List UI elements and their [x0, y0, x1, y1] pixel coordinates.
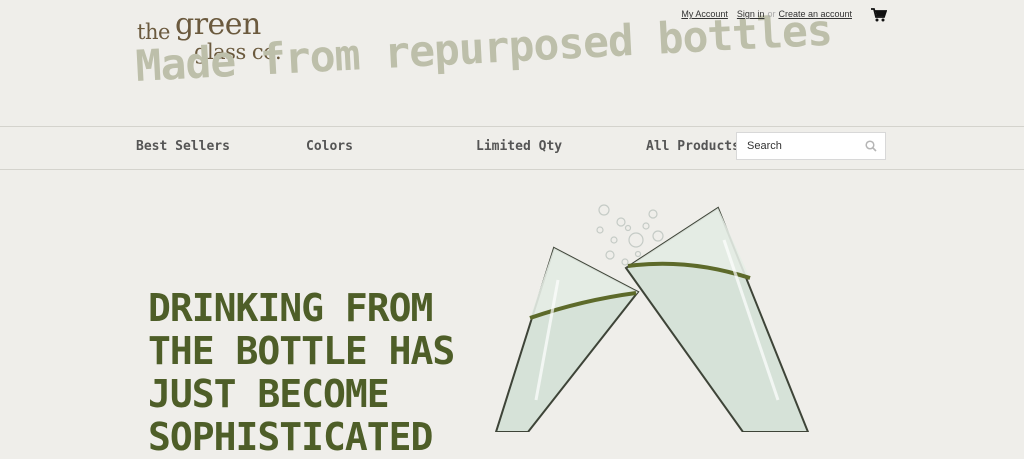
- right-glass: [624, 206, 810, 432]
- hero-line: JUST BECOME: [148, 372, 390, 416]
- hero-line: SOPHISTICATED: [148, 415, 433, 459]
- nav-item-best-sellers[interactable]: Best Sellers: [136, 139, 230, 154]
- nav-item-limited-qty[interactable]: Limited Qty: [476, 139, 562, 154]
- search-icon[interactable]: [865, 140, 877, 152]
- nav-item-all-products[interactable]: All Products: [646, 139, 740, 154]
- toasting-glasses-image: [494, 204, 810, 432]
- hero-line: THE BOTTLE HAS: [148, 329, 455, 373]
- hero-headline: DRINKING FROM THE BOTTLE HAS JUST BECOME…: [148, 286, 455, 459]
- search-box: [736, 132, 886, 160]
- shopping-cart-icon[interactable]: [871, 8, 887, 22]
- left-glass: [494, 246, 640, 432]
- my-account-link[interactable]: My Account: [681, 9, 728, 19]
- sign-in-link[interactable]: Sign in: [737, 9, 765, 19]
- nav-item-colors[interactable]: Colors: [306, 139, 353, 154]
- hero-line: DRINKING FROM: [148, 286, 433, 330]
- links-separator: or: [767, 9, 776, 19]
- search-input[interactable]: [737, 133, 867, 159]
- create-account-link[interactable]: Create an account: [778, 9, 852, 19]
- account-links: My Account Sign in or Create an account: [681, 9, 852, 19]
